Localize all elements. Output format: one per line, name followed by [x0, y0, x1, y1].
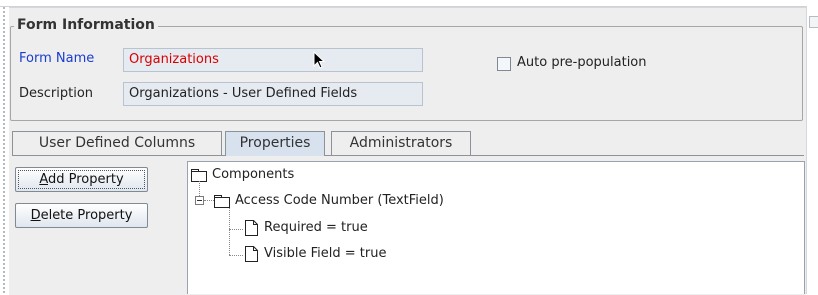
tree-node-label: Visible Field = true [264, 246, 387, 261]
delete-property-mnemonic: D [30, 208, 41, 223]
scroll-arrow-icon[interactable] [809, 16, 818, 28]
mouse-cursor-icon [313, 51, 326, 69]
delete-property-button[interactable]: Delete Property [15, 203, 148, 228]
add-property-button[interactable]: Add Property [15, 167, 148, 192]
tree-node-label: Access Code Number (TextField) [235, 193, 444, 208]
tree-node-components[interactable]: Components [191, 167, 294, 183]
auto-prepopulation-label[interactable]: Auto pre-population [517, 55, 647, 71]
tree-connector [229, 208, 230, 255]
right-scroll-strip[interactable] [806, 6, 818, 294]
form-information-group [10, 26, 803, 121]
description-field[interactable]: Organizations - User Defined Fields [123, 82, 423, 106]
file-icon [245, 220, 258, 236]
tree-connector [229, 255, 243, 256]
tree-node-access-code-number[interactable]: Access Code Number (TextField) [214, 193, 444, 209]
tab-strip-baseline [12, 155, 804, 156]
tree-node-label: Components [212, 167, 295, 182]
description-label: Description [19, 86, 94, 101]
auto-prepopulation-checkbox[interactable] [497, 57, 511, 71]
group-title: Form Information [14, 16, 158, 34]
left-splitter[interactable] [2, 6, 6, 294]
tree-connector [204, 200, 214, 201]
tab-administrators[interactable]: Administrators [331, 131, 471, 155]
file-icon [245, 246, 258, 262]
window-top-edge [0, 0, 818, 7]
folder-icon [214, 194, 230, 208]
form-name-label: Form Name [19, 51, 95, 66]
tree-connector [229, 229, 243, 230]
add-property-label: dd Property [48, 172, 124, 187]
delete-property-label: elete Property [40, 208, 133, 223]
collapse-icon[interactable] [195, 196, 204, 205]
tab-properties[interactable]: Properties [225, 131, 325, 156]
folder-icon [191, 168, 207, 182]
form-name-field[interactable]: Organizations [123, 48, 423, 72]
tree-node-visible-field[interactable]: Visible Field = true [245, 246, 386, 262]
add-property-mnemonic: A [39, 172, 48, 187]
tree-node-label: Required = true [264, 220, 368, 235]
tree-node-required[interactable]: Required = true [245, 220, 368, 236]
tab-user-defined-columns[interactable]: User Defined Columns [12, 131, 222, 155]
